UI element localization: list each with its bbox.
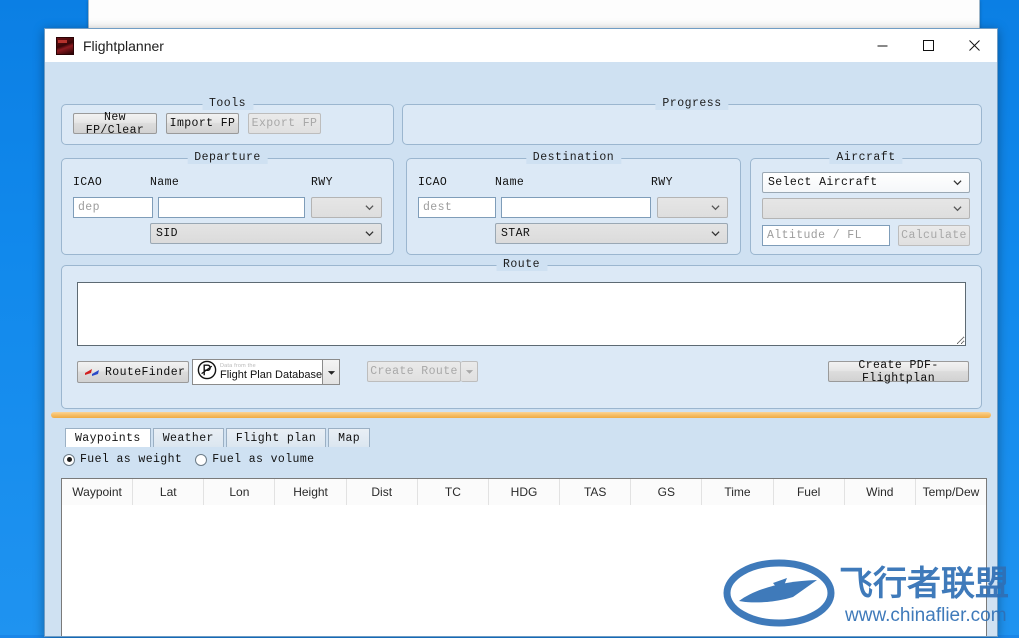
- routefinder-label: RouteFinder: [105, 366, 185, 379]
- import-fp-button[interactable]: Import FP: [166, 113, 239, 134]
- column-header-lat[interactable]: Lat: [133, 479, 204, 505]
- radio-dot-icon: [63, 454, 75, 466]
- maximize-icon[interactable]: [905, 29, 951, 62]
- tools-legend: Tools: [202, 97, 253, 110]
- departure-icao-label: ICAO: [73, 176, 102, 189]
- column-header-wind[interactable]: Wind: [845, 479, 916, 505]
- tab-weather[interactable]: Weather: [153, 428, 224, 447]
- departure-sid-value: SID: [156, 227, 178, 240]
- window-controls[interactable]: [859, 29, 997, 62]
- aircraft-select-value: Select Aircraft: [768, 176, 878, 189]
- calculate-button[interactable]: Calculate: [898, 225, 970, 246]
- destination-star-value: STAR: [501, 227, 530, 240]
- destination-icao-label: ICAO: [418, 176, 447, 189]
- aircraft-profile-combo[interactable]: [762, 198, 970, 219]
- progress-bar-area: [403, 105, 981, 144]
- route-textarea[interactable]: [77, 282, 966, 346]
- window-title: Flightplanner: [83, 38, 164, 54]
- column-header-height[interactable]: Height: [275, 479, 346, 505]
- radio-fuel-as-weight-label: Fuel as weight: [80, 453, 182, 466]
- departure-name-input[interactable]: [158, 197, 305, 218]
- departure-group: Departure ICAO Name RWY SID: [61, 158, 394, 255]
- altitude-input[interactable]: [762, 225, 890, 246]
- fuel-unit-radio-group[interactable]: Fuel as weight Fuel as volume: [63, 453, 314, 466]
- fpdb-dropdown-arrow-icon[interactable]: [323, 359, 340, 385]
- background-window-titlebar: [89, 0, 979, 28]
- create-route-split-button[interactable]: Create Route: [367, 361, 478, 382]
- tab-waypoints[interactable]: Waypoints: [65, 428, 151, 447]
- close-icon[interactable]: [951, 29, 997, 62]
- chevron-down-icon: [711, 229, 720, 238]
- column-header-fuel[interactable]: Fuel: [774, 479, 845, 505]
- destination-rwy-label: RWY: [651, 176, 673, 189]
- create-route-dropdown-arrow-icon[interactable]: [461, 361, 478, 382]
- column-header-time[interactable]: Time: [702, 479, 773, 505]
- chevron-down-icon: [711, 203, 720, 212]
- destination-name-input[interactable]: [501, 197, 651, 218]
- radio-fuel-as-volume-label: Fuel as volume: [212, 453, 314, 466]
- radio-fuel-as-volume[interactable]: Fuel as volume: [195, 453, 314, 466]
- create-pdf-flightplan-button[interactable]: Create PDF-Flightplan: [828, 361, 969, 382]
- column-header-lon[interactable]: Lon: [204, 479, 275, 505]
- departure-sid-combo[interactable]: SID: [150, 223, 382, 244]
- departure-rwy-label: RWY: [311, 176, 333, 189]
- column-header-hdg[interactable]: HDG: [489, 479, 560, 505]
- chevron-down-icon: [953, 204, 962, 213]
- tab-map[interactable]: Map: [328, 428, 370, 447]
- new-fp-clear-button[interactable]: New FP/Clear: [73, 113, 157, 134]
- route-group: Route RouteFinder: [61, 265, 982, 409]
- fpdb-logo-icon: [197, 360, 217, 385]
- tools-group: Tools New FP/Clear Import FP Export FP: [61, 104, 394, 145]
- progress-group: Progress: [402, 104, 982, 145]
- chevron-down-icon: [365, 203, 374, 212]
- titlebar[interactable]: Flightplanner: [45, 29, 997, 63]
- departure-legend: Departure: [187, 151, 268, 164]
- app-icon: [56, 37, 74, 55]
- chevron-down-icon: [365, 229, 374, 238]
- aircraft-group: Aircraft Select Aircraft Calculate: [750, 158, 982, 255]
- background-window[interactable]: [88, 0, 980, 31]
- destination-icao-input[interactable]: [418, 197, 496, 218]
- destination-name-label: Name: [495, 176, 524, 189]
- destination-star-combo[interactable]: STAR: [495, 223, 728, 244]
- fpdb-text-block: Data from the Flight Plan Database: [220, 363, 322, 381]
- radio-fuel-as-weight[interactable]: Fuel as weight: [63, 453, 182, 466]
- route-legend: Route: [496, 258, 547, 271]
- column-header-waypoint[interactable]: Waypoint: [62, 479, 133, 505]
- tabstrip[interactable]: Waypoints Weather Flight plan Map: [65, 428, 372, 447]
- destination-rwy-combo[interactable]: [657, 197, 728, 218]
- flight-plan-database-split-button[interactable]: Data from the Flight Plan Database: [192, 359, 340, 385]
- column-header-tc[interactable]: TC: [418, 479, 489, 505]
- table-header-row: Waypoint Lat Lon Height Dist TC HDG TAS …: [62, 479, 986, 506]
- aircraft-select-combo[interactable]: Select Aircraft: [762, 172, 970, 193]
- export-fp-button[interactable]: Export FP: [248, 113, 321, 134]
- fpdb-main-label: Flight Plan Database: [220, 369, 322, 381]
- routefinder-arrows-icon: [83, 367, 101, 378]
- departure-icao-input[interactable]: [73, 197, 153, 218]
- create-route-button[interactable]: Create Route: [367, 361, 461, 382]
- tab-flight-plan[interactable]: Flight plan: [226, 428, 326, 447]
- column-header-dist[interactable]: Dist: [347, 479, 418, 505]
- routefinder-button[interactable]: RouteFinder: [77, 361, 189, 383]
- waypoints-table[interactable]: Waypoint Lat Lon Height Dist TC HDG TAS …: [61, 478, 987, 636]
- column-header-gs[interactable]: GS: [631, 479, 702, 505]
- radio-dot-icon: [195, 454, 207, 466]
- column-header-tas[interactable]: TAS: [560, 479, 631, 505]
- table-body[interactable]: [62, 505, 986, 636]
- aircraft-legend: Aircraft: [829, 151, 902, 164]
- departure-name-label: Name: [150, 176, 179, 189]
- minimize-icon[interactable]: [859, 29, 905, 62]
- chevron-down-icon: [953, 178, 962, 187]
- departure-rwy-combo[interactable]: [311, 197, 382, 218]
- flight-plan-database-button[interactable]: Data from the Flight Plan Database: [192, 359, 323, 385]
- client-area: Tools New FP/Clear Import FP Export FP P…: [45, 62, 997, 636]
- flightplanner-window[interactable]: Flightplanner Tools New FP/Clear Import …: [44, 28, 998, 637]
- column-header-temp-dew[interactable]: Temp/Dew: [916, 479, 986, 505]
- destination-group: Destination ICAO Name RWY STAR: [406, 158, 741, 255]
- panel-splitter[interactable]: [51, 412, 991, 418]
- destination-legend: Destination: [526, 151, 621, 164]
